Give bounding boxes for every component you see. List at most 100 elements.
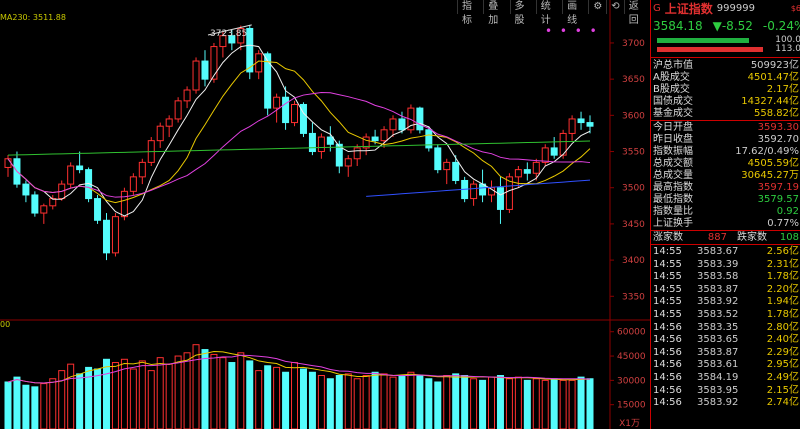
buy-strength-bar <box>657 38 749 43</box>
settings-icon[interactable]: ⚙ <box>588 0 606 14</box>
tick-amount: 2.15亿 <box>766 384 799 396</box>
tick-row: 14:55 3583.58 1.78亿 <box>651 271 800 284</box>
index-name[interactable]: 上证指数 <box>665 0 713 17</box>
candle-body <box>577 118 585 124</box>
tick-amount: 2.29亿 <box>766 346 799 358</box>
volume-bar <box>94 368 102 429</box>
volume-bar <box>13 376 21 429</box>
tick-time: 14:55 <box>653 258 682 270</box>
tick-time: 14:55 <box>653 296 682 308</box>
price-tick-label: 3400 <box>622 256 645 266</box>
max-price-annotation: 3723.85 <box>210 29 248 39</box>
advance-count: 887 <box>707 232 727 243</box>
volume-unit-label: X1万 <box>619 419 640 429</box>
tick-row: 14:56 3583.95 2.15亿 <box>651 385 800 398</box>
tick-time: 14:55 <box>653 246 682 257</box>
volume-bar <box>201 349 209 429</box>
candle-body <box>67 165 75 185</box>
volume-label: 00 <box>0 320 11 329</box>
volume-bar <box>58 370 66 429</box>
ma60-line <box>7 140 591 156</box>
market-stat-row: A股成交 4501.47亿 <box>651 72 800 84</box>
candle-body <box>183 89 191 102</box>
tick-price: 3583.35 <box>697 321 739 333</box>
volume-bar <box>308 371 316 429</box>
candle-body <box>192 60 200 91</box>
volume-bar <box>488 376 496 429</box>
tick-amount: 1.78亿 <box>766 271 799 283</box>
market-stat-value: 509923亿 <box>750 60 799 71</box>
tick-amount: 2.20亿 <box>766 283 799 295</box>
index-stat-row: 上证换手 0.77% <box>651 218 800 230</box>
tick-row: 14:56 3583.87 2.29亿 <box>651 347 800 360</box>
volume-bar <box>425 378 433 429</box>
price-tick-label: 3600 <box>622 111 645 121</box>
kline-chart[interactable]: 3700 3650 3600 3550 3500 3450 3400 3350 60000 450… <box>0 0 650 429</box>
volume-bar <box>237 352 245 429</box>
candle-body <box>129 176 137 192</box>
tick-time: 14:56 <box>653 397 682 409</box>
volume-bar <box>389 376 397 429</box>
current-price: 3584.18 <box>653 19 703 33</box>
index-stat-value: 3597.19 <box>757 182 799 193</box>
volume-tick-label: 60000 <box>617 328 646 338</box>
candle-body <box>102 219 110 254</box>
tick-amount: 1.78亿 <box>766 308 799 320</box>
sell-strength-bar <box>657 47 763 52</box>
volume-bar <box>362 375 370 429</box>
candle-body <box>398 118 406 131</box>
tick-row: 14:55 3583.67 2.56亿 <box>651 246 800 259</box>
candle-body <box>452 161 460 181</box>
candle-body <box>326 136 334 145</box>
candle-body <box>120 190 128 218</box>
tick-time: 14:55 <box>653 283 682 295</box>
volume-bar <box>192 344 200 429</box>
candle-body <box>523 169 531 174</box>
candle-body <box>541 147 549 163</box>
volume-bar <box>380 373 388 429</box>
volume-bar <box>416 375 424 429</box>
market-stat-label: B股成交 <box>653 84 690 95</box>
ma10-line <box>7 60 591 204</box>
volume-bar <box>344 373 352 429</box>
indicator-button[interactable]: 指标 <box>457 0 483 26</box>
tick-amount: 2.80亿 <box>766 321 799 333</box>
tick-time: 14:55 <box>653 271 682 283</box>
tick-row: 14:55 3583.39 2.31亿 <box>651 259 800 272</box>
tick-list[interactable]: 14:55 3583.67 2.56亿 14:55 3583.39 2.31亿 14:55 3… <box>651 245 800 410</box>
index-stat-label: 最低指数 <box>653 194 693 205</box>
volume-bar <box>228 362 236 429</box>
tick-price: 3584.19 <box>697 371 739 383</box>
more-dots-icon[interactable]: • • • • <box>545 24 599 38</box>
index-stat-label: 上证换手 <box>653 218 693 229</box>
overlay-button[interactable]: 叠加 <box>483 0 509 26</box>
candle-body <box>434 147 442 171</box>
tick-row: 14:56 3583.35 2.80亿 <box>651 322 800 335</box>
tick-price: 3583.61 <box>697 359 739 371</box>
refresh-icon[interactable]: ⟲ <box>606 0 623 14</box>
multi-stock-button[interactable]: 多股 <box>509 0 536 26</box>
market-stat-value: 4501.47亿 <box>747 72 799 83</box>
index-stat-value: 3593.30 <box>757 122 799 133</box>
volume-bar <box>4 381 12 429</box>
volume-bar <box>461 375 469 429</box>
volume-bar <box>434 381 442 429</box>
market-stat-label: 沪总市值 <box>653 60 693 71</box>
market-stats: 沪总市值 509923亿 A股成交 4501.47亿 B股成交 2.17亿 国债成交 1432… <box>651 58 800 120</box>
volume-bar <box>299 368 307 429</box>
volume-bar <box>452 373 460 429</box>
volume-bar <box>147 370 155 429</box>
candle-body <box>317 136 325 153</box>
quote-title: G 上证指数 999999 $6 <box>651 0 800 17</box>
back-button[interactable]: 返回 <box>623 0 650 26</box>
draw-line-button[interactable]: 画线 <box>562 0 588 26</box>
statistics-button[interactable]: 统计 <box>535 0 562 26</box>
tick-time: 14:56 <box>653 321 682 333</box>
volume-bar <box>586 378 594 429</box>
market-stat-row: 基金成交 558.82亿 <box>651 108 800 120</box>
market-stat-value: 558.82亿 <box>754 108 799 119</box>
tick-price: 3583.39 <box>697 258 739 270</box>
kline-chart-area[interactable]: 3700 3650 3600 3550 3500 3450 3400 3350 60000 450… <box>0 0 650 429</box>
volume-bar <box>496 375 504 429</box>
tick-price: 3583.65 <box>697 334 739 346</box>
